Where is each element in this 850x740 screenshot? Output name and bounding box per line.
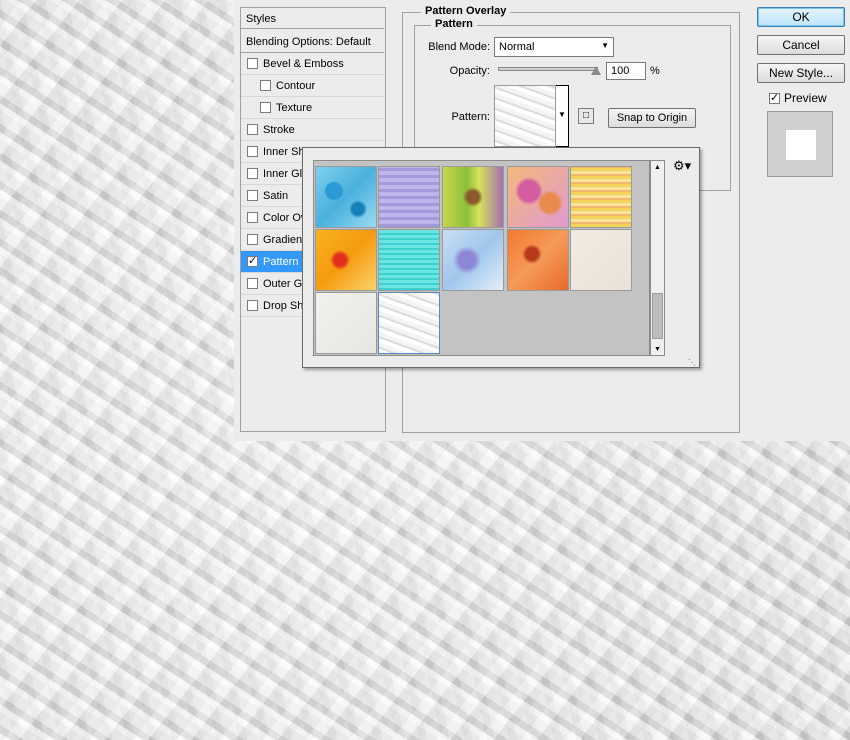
style-item-stroke[interactable]: Stroke <box>241 119 384 141</box>
opacity-unit: % <box>650 65 660 77</box>
pattern-label: Pattern: <box>451 111 490 123</box>
pattern-swatch[interactable] <box>494 85 556 147</box>
scroll-thumb[interactable] <box>652 293 663 339</box>
checkbox[interactable] <box>247 146 258 157</box>
cancel-button[interactable]: Cancel <box>757 35 845 55</box>
style-item-label: Inner Sh <box>263 145 305 158</box>
checkbox[interactable] <box>260 80 271 91</box>
ok-button[interactable]: OK <box>757 7 845 27</box>
style-item-label: Contour <box>276 79 316 92</box>
pattern-tile[interactable] <box>378 229 440 291</box>
blend-mode-label: Blend Mode: <box>428 41 490 53</box>
snap-to-origin-button[interactable]: Snap to Origin <box>608 108 696 128</box>
pattern-tile[interactable] <box>378 166 440 228</box>
style-item-contour[interactable]: Contour <box>241 75 384 97</box>
preview-checkbox[interactable] <box>769 91 780 104</box>
checkbox[interactable] <box>247 212 258 223</box>
scroll-down-icon[interactable]: ▼ <box>654 346 661 353</box>
style-item-bevel-emboss[interactable]: Bevel & Emboss <box>241 53 384 75</box>
pattern-tile[interactable] <box>315 229 377 291</box>
checkbox[interactable] <box>247 278 258 289</box>
style-item-label: Outer Gl <box>263 277 305 290</box>
new-preset-icon[interactable]: □ <box>578 108 594 124</box>
opacity-label: Opacity: <box>449 65 490 77</box>
style-item-label: Inner Gl <box>263 167 303 180</box>
checkbox[interactable] <box>247 58 258 69</box>
styles-header[interactable]: Styles <box>240 7 384 29</box>
checkbox[interactable] <box>247 168 258 179</box>
checkbox[interactable] <box>247 124 258 135</box>
pattern-tile[interactable] <box>442 229 504 291</box>
style-item-label: Gradient <box>263 233 306 246</box>
chevron-down-icon: ▼ <box>601 41 609 50</box>
new-style-button[interactable]: New Style... <box>757 63 845 83</box>
style-preview <box>767 111 833 177</box>
resize-handle-icon[interactable]: ⋱ <box>688 358 696 367</box>
pattern-tile[interactable] <box>507 166 569 228</box>
style-item-label: Bevel & Emboss <box>263 57 344 70</box>
gear-icon[interactable]: ⚙▾ <box>673 158 691 174</box>
blend-mode-select[interactable]: Normal ▼ <box>494 37 614 57</box>
section-title: Pattern Overlay <box>421 5 511 17</box>
group-title: Pattern <box>431 18 477 30</box>
style-item-label: Texture <box>276 101 313 114</box>
style-item-texture[interactable]: Texture <box>241 97 384 119</box>
pattern-dropdown-button[interactable]: ▼ <box>556 85 569 147</box>
pattern-tile[interactable] <box>442 166 504 228</box>
pattern-tile[interactable] <box>315 292 377 354</box>
blend-mode-value: Normal <box>499 41 535 53</box>
style-item-label: Stroke <box>263 123 295 136</box>
scroll-up-icon[interactable]: ▲ <box>654 164 661 171</box>
opacity-input[interactable]: 100 <box>606 62 646 80</box>
style-item-label: Satin <box>263 189 289 202</box>
pattern-tile-selected[interactable] <box>378 292 440 354</box>
preview-label: Preview <box>784 91 827 105</box>
pattern-grid-scrollbar[interactable]: ▲ ▼ <box>650 160 665 356</box>
checkbox[interactable] <box>260 102 271 113</box>
chevron-down-icon: ▼ <box>558 110 566 119</box>
blending-options-item[interactable]: Blending Options: Default <box>240 30 384 53</box>
pattern-tile[interactable] <box>570 229 632 291</box>
opacity-slider-thumb[interactable] <box>591 66 601 75</box>
pattern-tile[interactable] <box>507 229 569 291</box>
opacity-slider[interactable] <box>498 67 598 71</box>
preview-swatch <box>786 130 816 160</box>
checkbox-checked[interactable] <box>247 254 258 267</box>
checkbox[interactable] <box>247 234 258 245</box>
pattern-tile[interactable] <box>570 166 632 228</box>
checkbox[interactable] <box>247 190 258 201</box>
checkbox[interactable] <box>247 300 258 311</box>
preview-toggle[interactable]: Preview <box>769 91 827 105</box>
pattern-tile[interactable] <box>315 166 377 228</box>
